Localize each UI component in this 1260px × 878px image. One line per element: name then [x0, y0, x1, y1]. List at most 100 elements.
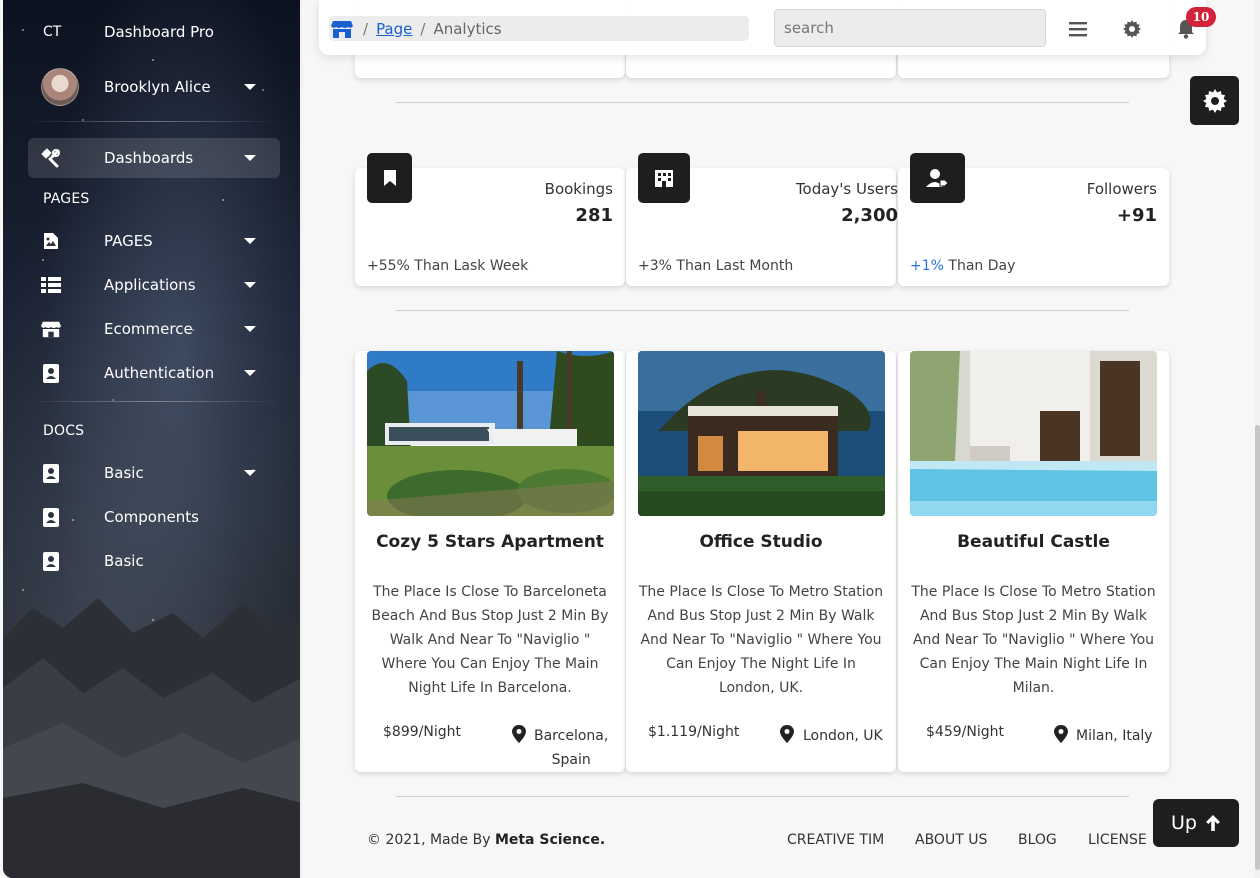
- stat-value: 2,300: [841, 205, 898, 226]
- settings-button[interactable]: [1190, 76, 1239, 125]
- gear-icon[interactable]: [1122, 19, 1142, 39]
- stat-card-followers: Followers +91 +1% Than Day: [898, 153, 1169, 286]
- footer-link-blog[interactable]: BLOG: [1018, 832, 1057, 848]
- top-navbar: / Page / Analytics 10: [319, 0, 1216, 55]
- location-line: Barcelona,: [534, 728, 609, 744]
- property-title[interactable]: Office Studio: [626, 532, 896, 552]
- stat-footer-text: +3% Than Last Month: [638, 258, 794, 274]
- location-pin-icon: [512, 725, 526, 743]
- breadcrumb: / Page / Analytics: [329, 16, 749, 41]
- property-price: $459/Night: [926, 724, 1004, 740]
- page-scrollbar[interactable]: [1255, 0, 1260, 878]
- footer-link-license[interactable]: LICENSE: [1088, 832, 1147, 848]
- location-pin-icon: [780, 725, 794, 743]
- sidebar-item-label: Applications: [104, 276, 196, 294]
- breadcrumb-separator: /: [363, 19, 369, 38]
- sidebar-item-components[interactable]: Components: [3, 497, 302, 537]
- property-price: $899/Night: [383, 724, 461, 740]
- divider: [396, 310, 1129, 311]
- sidebar-item-ecommerce[interactable]: Ecommerce: [3, 309, 302, 349]
- scroll-up-button[interactable]: Up: [1153, 799, 1239, 847]
- property-location: London, UK: [803, 724, 883, 748]
- sidebar-item-basic[interactable]: Basic: [3, 453, 302, 493]
- location-pin-icon: [1054, 725, 1068, 743]
- brand-name: Dashboard Pro: [104, 23, 214, 41]
- divider: [25, 401, 279, 402]
- property-title[interactable]: Beautiful Castle: [898, 532, 1169, 552]
- stat-card-bookings: Bookings 281 +55% Than Lask Week: [355, 153, 625, 286]
- arrow-up-icon: [1205, 815, 1220, 831]
- stat-value: 281: [575, 205, 613, 226]
- brand-short: CT: [43, 24, 62, 40]
- property-image[interactable]: [910, 351, 1157, 516]
- sidebar: CT Dashboard Pro Brooklyn Alice Dashboar…: [3, 0, 302, 878]
- property-card: Cozy 5 Stars Apartment The Place Is Clos…: [355, 351, 625, 772]
- sidebar-item-label: Dashboards: [104, 149, 194, 167]
- gear-icon: [1202, 88, 1227, 113]
- brand[interactable]: CT Dashboard Pro: [3, 12, 302, 52]
- sidebar-item-label: PAGES: [104, 232, 153, 250]
- section-heading-pages: PAGES: [43, 191, 90, 207]
- property-description: The Place Is Close To Barceloneta Beach …: [371, 584, 609, 696]
- search-input[interactable]: [774, 9, 1046, 47]
- stat-footer: +1% Than Day: [910, 258, 1015, 274]
- store-icon[interactable]: [331, 20, 353, 38]
- contact-card-icon: [41, 551, 61, 571]
- stat-label: Today's Users: [795, 180, 898, 198]
- stat-label: Followers: [1086, 180, 1157, 198]
- footer-link-creative-tim[interactable]: CREATIVE TIM: [787, 832, 884, 848]
- property-location: Barcelona, Spain: [534, 724, 608, 772]
- property-card: Beautiful Castle The Place Is Close To M…: [898, 351, 1169, 772]
- sidebar-starfield: [3, 0, 302, 878]
- stat-footer: +3% Than Last Month: [638, 258, 793, 274]
- chevron-down-icon: [244, 370, 256, 376]
- footer-link-about-us[interactable]: ABOUT US: [915, 832, 987, 848]
- chevron-down-icon: [244, 155, 256, 161]
- contact-card-icon: [41, 363, 61, 383]
- property-title[interactable]: Cozy 5 Stars Apartment: [355, 532, 625, 552]
- property-card: Office Studio The Place Is Close To Metr…: [626, 351, 896, 772]
- scrollbar-thumb[interactable]: [1255, 425, 1260, 870]
- footer-brand-link[interactable]: Meta Science.: [495, 832, 605, 848]
- sidebar-item-applications[interactable]: Applications: [3, 265, 302, 305]
- stat-card-users: Today's Users 2,300 +3% Than Last Month: [626, 153, 898, 286]
- section-heading-docs: DOCS: [43, 423, 85, 439]
- image-file-icon: [41, 231, 61, 251]
- property-image[interactable]: [638, 351, 885, 516]
- sidebar-item-dashboards[interactable]: Dashboards: [3, 138, 302, 178]
- property-image[interactable]: [367, 351, 614, 516]
- sidebar-item-label: Authentication: [104, 364, 215, 382]
- building-icon: [638, 153, 690, 203]
- footer-copyright: © 2021, Made By Meta Science.: [367, 832, 605, 848]
- sidebar-item-label: Ecommerce: [104, 320, 193, 338]
- stat-footer-text: Than Day: [943, 258, 1016, 274]
- sidebar-item-basic-2[interactable]: Basic: [3, 541, 302, 581]
- stat-footer: +55% Than Lask Week: [367, 258, 528, 274]
- breadcrumb-link-page[interactable]: Page: [376, 20, 412, 38]
- bookmark-icon: [367, 153, 412, 203]
- sidebar-item-label: Components: [104, 508, 199, 526]
- chevron-down-icon: [244, 282, 256, 288]
- chevron-down-icon: [244, 326, 256, 332]
- sidebar-scrollbar[interactable]: [300, 0, 302, 878]
- sidebar-item-authentication[interactable]: Authentication: [3, 353, 302, 393]
- divider: [396, 102, 1129, 103]
- sidebar-item-label: Basic: [104, 552, 144, 570]
- store-icon: [41, 319, 61, 339]
- sidebar-mountain-background: [3, 598, 302, 878]
- menu-icon[interactable]: [1068, 19, 1088, 39]
- up-button-label: Up: [1171, 812, 1197, 834]
- table-list-icon: [41, 275, 61, 295]
- user-name: Brooklyn Alice: [104, 78, 211, 96]
- property-location: Milan, Italy: [1076, 724, 1153, 748]
- stat-footer-accent: +1%: [910, 258, 944, 274]
- sidebar-item-pages[interactable]: PAGES: [3, 221, 302, 261]
- property-price: $1.119/Night: [648, 724, 740, 740]
- user-menu[interactable]: Brooklyn Alice: [3, 67, 302, 107]
- stat-footer-text: +55% Than Lask Week: [367, 258, 529, 274]
- user-tag-icon: [910, 153, 965, 203]
- location-line: London, UK: [803, 728, 883, 744]
- location-line: Milan, Italy: [1076, 728, 1153, 744]
- divider: [25, 121, 279, 122]
- contact-card-icon: [41, 463, 61, 483]
